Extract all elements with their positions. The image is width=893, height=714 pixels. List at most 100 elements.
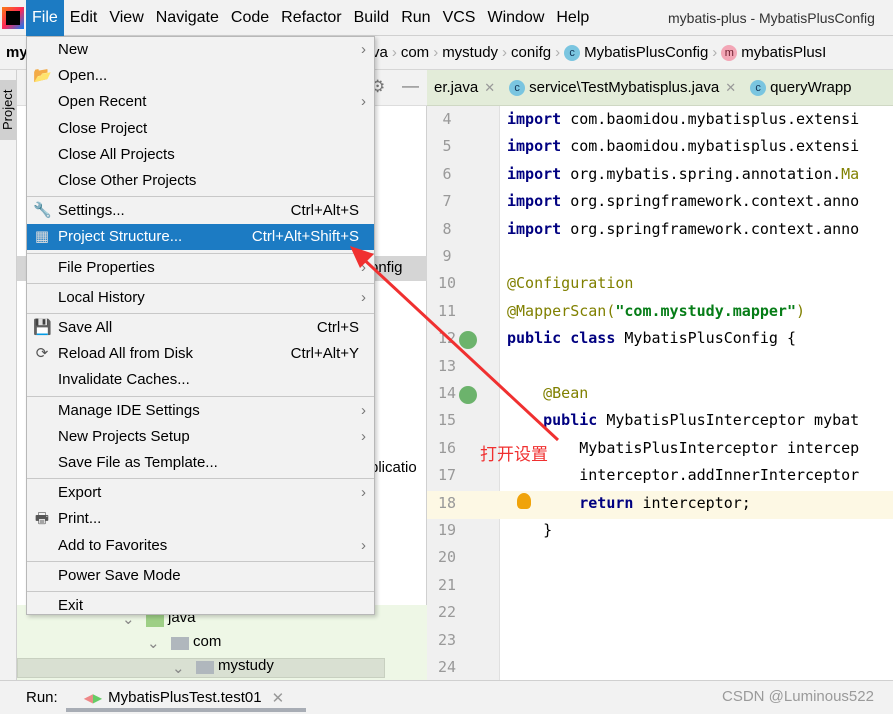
code-token: com.baomidou.mybatisplus.extensi	[570, 137, 860, 156]
menu-item-project-structure[interactable]: ▦ Project Structure... Ctrl+Alt+Shift+S	[27, 224, 374, 251]
chevron-right-icon: ›	[433, 44, 439, 61]
menu-item-close-all-projects[interactable]: Close All Projects	[27, 142, 374, 168]
package-icon	[196, 661, 214, 674]
code-line[interactable]: import com.baomidou.mybatisplus.extensi	[507, 133, 859, 161]
menu-item-export[interactable]: Export ›	[27, 480, 374, 506]
shortcut-label: Ctrl+Alt+S	[290, 202, 359, 220]
menu-item-new[interactable]: New ›	[27, 37, 374, 63]
menu-item-label: File Properties	[58, 258, 155, 276]
menu-file[interactable]: File	[26, 0, 64, 36]
submenu-arrow-icon: ›	[361, 484, 366, 502]
menu-view[interactable]: View	[103, 0, 149, 36]
editor-tab[interactable]: c queryWrapp	[743, 79, 858, 96]
annotation-text: 打开设置	[480, 445, 548, 464]
code-line[interactable]: import com.baomidou.mybatisplus.extensi	[507, 106, 859, 134]
menu-item-label: Power Save Mode	[58, 566, 181, 584]
code-line[interactable]: return interceptor;	[507, 490, 751, 518]
code-line[interactable]: import org.mybatis.spring.annotation.Ma	[507, 161, 859, 189]
menu-refactor[interactable]: Refactor	[275, 0, 347, 36]
run-tab-underline	[66, 708, 306, 712]
close-tab-icon[interactable]: ✕	[484, 80, 495, 96]
line-number: 8	[442, 219, 452, 238]
line-number: 7	[442, 192, 452, 211]
menu-item-label: Project Structure...	[58, 228, 183, 246]
menu-item-label: Exit	[58, 597, 84, 614]
code-token: org.springframework.context.anno	[570, 192, 860, 211]
tree-node[interactable]: mystudy	[218, 657, 274, 674]
menu-separator	[27, 313, 374, 314]
tree-node[interactable]: com	[193, 633, 221, 650]
menu-navigate[interactable]: Navigate	[150, 0, 225, 36]
project-name[interactable]: my	[6, 36, 28, 70]
menu-item-file-properties[interactable]: File Properties ›	[27, 255, 374, 281]
menu-code[interactable]: Code	[225, 0, 275, 36]
project-structure-icon: ▦	[34, 228, 50, 246]
editor-tab[interactable]: er.java ✕	[427, 79, 502, 96]
menu-item-label: Open...	[58, 67, 108, 85]
breadcrumb-item[interactable]: mystudy	[442, 44, 498, 61]
menu-vcs[interactable]: VCS	[437, 0, 482, 36]
tab-label: er.java	[434, 79, 479, 96]
close-tab-icon[interactable]: ✕	[725, 80, 736, 96]
code-line[interactable]: }	[507, 517, 552, 545]
menu-item-settings[interactable]: 🔧 Settings... Ctrl+Alt+S	[27, 198, 374, 224]
menu-item-label: Local History	[58, 288, 145, 306]
breadcrumb-item[interactable]: conifg	[511, 44, 551, 61]
line-number: 23	[437, 630, 457, 649]
menu-item-label: Close Other Projects	[58, 172, 197, 189]
breadcrumb-item[interactable]: mybatisPlusI	[741, 44, 826, 61]
menu-item-manage-ide-settings[interactable]: Manage IDE Settings ›	[27, 398, 374, 424]
menu-item-add-to-favorites[interactable]: Add to Favorites ›	[27, 533, 374, 559]
menu-item-local-history[interactable]: Local History ›	[27, 285, 374, 311]
menu-separator	[27, 196, 374, 198]
menu-item-label: Invalidate Caches...	[58, 371, 190, 389]
project-tool-button[interactable]: Project	[0, 80, 17, 140]
minimize-icon[interactable]: —	[402, 76, 419, 96]
breadcrumb-item[interactable]: MybatisPlusConfig	[584, 44, 708, 61]
menu-build[interactable]: Build	[348, 0, 396, 36]
menu-window[interactable]: Window	[481, 0, 550, 36]
menu-item-label: Export	[58, 484, 102, 502]
submenu-arrow-icon: ›	[361, 536, 366, 554]
breadcrumb-items: va › com › mystudy › conifg › c MybatisPlusConfig…	[372, 36, 826, 70]
run-tab[interactable]: MybatisPlusTest.test01	[108, 689, 261, 706]
code-token: import	[507, 192, 562, 211]
menu-item-label: Reload All from Disk	[58, 345, 194, 363]
menu-item-label: Manage IDE Settings	[58, 401, 200, 419]
menu-items: File Edit View Navigate Code Refactor Build Run…	[26, 0, 595, 36]
menu-item-exit[interactable]: Exit	[27, 593, 374, 619]
run-config-icon: ◀▶	[83, 690, 103, 705]
code-line[interactable]: import org.springframework.context.anno	[507, 216, 859, 244]
menu-edit[interactable]: Edit	[64, 0, 104, 36]
menu-run[interactable]: Run	[395, 0, 436, 36]
code-line[interactable]: import org.springframework.context.anno	[507, 188, 859, 216]
menu-item-new-projects-setup[interactable]: New Projects Setup ›	[27, 424, 374, 450]
code-token: com.baomidou.mybatisplus.extensi	[570, 110, 860, 128]
lightbulb-icon[interactable]	[517, 493, 531, 509]
menu-item-label: New Projects Setup	[58, 427, 190, 445]
close-icon[interactable]: ✕	[272, 689, 285, 707]
editor-tab[interactable]: c service\TestMybatisplus.java ✕	[502, 79, 743, 96]
menu-item-open-recent[interactable]: Open Recent ›	[27, 89, 374, 115]
line-number: 6	[442, 164, 452, 183]
tree-node-partial[interactable]: plicatio	[370, 459, 417, 476]
code-line[interactable]: interceptor.addInnerInterceptor	[507, 462, 859, 490]
line-number: 20	[437, 548, 457, 567]
menu-item-save-all[interactable]: 💾 Save All Ctrl+S	[27, 315, 374, 341]
menu-item-power-save-mode[interactable]: Power Save Mode	[27, 563, 374, 589]
chevron-down-icon[interactable]: ⌄	[172, 659, 185, 677]
intellij-logo-icon	[2, 7, 24, 29]
code-token: }	[507, 521, 553, 539]
menu-item-close-other-projects[interactable]: Close Other Projects	[27, 168, 374, 194]
menu-help[interactable]: Help	[550, 0, 595, 36]
chevron-down-icon[interactable]: ⌄	[147, 634, 160, 652]
line-number: 18	[437, 493, 457, 512]
menu-separator	[27, 591, 374, 592]
breadcrumb-item[interactable]: com	[401, 44, 429, 61]
menu-item-print[interactable]: 🖶 Print...	[27, 506, 374, 532]
menu-item-invalidate-caches[interactable]: Invalidate Caches...	[27, 367, 374, 393]
menu-item-reload-all-from-disk[interactable]: ⟳ Reload All from Disk Ctrl+Alt+Y	[27, 341, 374, 367]
menu-item-save-file-as-template[interactable]: Save File as Template...	[27, 450, 374, 476]
menu-item-open[interactable]: 📂 Open...	[27, 63, 374, 89]
menu-item-close-project[interactable]: Close Project	[27, 116, 374, 142]
